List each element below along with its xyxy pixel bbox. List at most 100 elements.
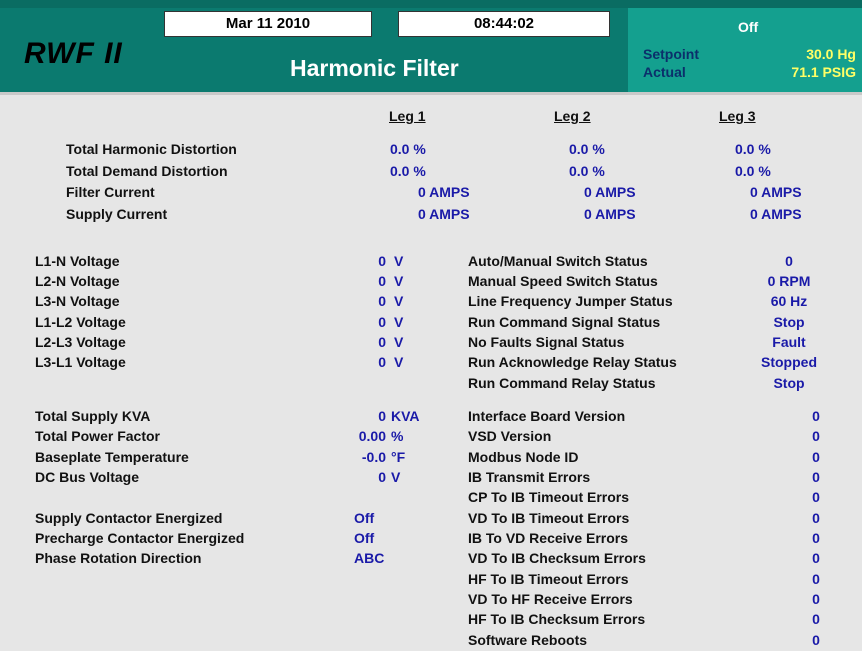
contactor-label: Precharge Contactor Energized [35,530,245,546]
actual-label: Actual [643,64,686,80]
status-panel: Off Setpoint 30.0 Hg Actual 71.1 PSIG [628,8,862,92]
voltage-unit: V [394,354,404,370]
board-value: 0 [812,530,820,546]
leg-header: Leg 3 [719,108,756,124]
actual-value: 71.1 PSIG [791,64,856,80]
board-label: VD To IB Timeout Errors [468,510,630,526]
contactor-label: Phase Rotation Direction [35,550,202,566]
board-value: 0 [812,489,820,505]
setpoint-label: Setpoint [643,46,699,62]
leg-value: 0.0 % [569,163,605,179]
page-title: Harmonic Filter [290,55,459,81]
date-display: Mar 11 2010 [164,11,372,37]
voltage-label: L3-L1 Voltage [35,354,126,370]
contactor-value: ABC [354,550,385,566]
status-label: Run Command Signal Status [468,314,661,330]
power-unit: °F [391,449,406,465]
voltage-unit: V [394,273,404,289]
setpoint-value: 30.0 Hg [806,46,856,62]
leg-row-label: Total Demand Distortion [66,163,228,179]
status-label: Auto/Manual Switch Status [468,253,648,269]
power-label: Baseplate Temperature [35,449,189,465]
status-label: Line Frequency Jumper Status [468,293,673,309]
contactor-label: Supply Contactor Energized [35,510,223,526]
status-label: Manual Speed Switch Status [468,273,658,289]
board-value: 0 [812,428,820,444]
board-value: 0 [812,510,820,526]
leg-value: 0 AMPS [584,206,636,222]
header-top-strip [0,0,862,8]
board-value: 0 [812,550,820,566]
status-value: 0 RPM [767,273,811,289]
status-value: Fault [772,334,806,350]
status-value: Stop [773,314,805,330]
voltage-unit: V [394,293,404,309]
leg-value: 0.0 % [390,141,426,157]
voltage-label: L1-L2 Voltage [35,314,126,330]
voltage-label: L3-N Voltage [35,293,120,309]
board-label: Software Reboots [468,632,588,648]
leg-row-label: Filter Current [66,184,155,200]
leg-row-label: Supply Current [66,206,168,222]
voltage-label: L2-N Voltage [35,273,120,289]
voltage-unit: V [394,253,404,269]
leg-value: 0.0 % [735,163,771,179]
power-unit: % [391,428,404,444]
board-label: VD To IB Checksum Errors [468,550,646,566]
power-label: Total Supply KVA [35,408,151,424]
board-label: HF To IB Timeout Errors [468,571,629,587]
board-label: HF To IB Checksum Errors [468,611,646,627]
power-value: 0.00 [358,428,386,444]
voltage-value: 0 [378,354,386,370]
board-value: 0 [812,449,820,465]
voltage-label: L2-L3 Voltage [35,334,126,350]
board-label: IB To VD Receive Errors [468,530,629,546]
leg-value: 0 AMPS [418,184,470,200]
status-value: 0 [785,253,793,269]
header-bar: Mar 11 2010 08:44:02 RWF II Harmonic Fil… [0,0,862,95]
voltage-value: 0 [378,253,386,269]
power-value: 0 [378,408,386,424]
status-label: Run Acknowledge Relay Status [468,354,677,370]
board-label: VSD Version [468,428,552,444]
leg-value: 0 AMPS [418,206,470,222]
board-value: 0 [812,591,820,607]
voltage-value: 0 [378,293,386,309]
voltage-unit: V [394,314,404,330]
contactor-value: Off [354,530,375,546]
power-value: -0.0 [361,449,386,465]
power-unit: V [391,469,401,485]
voltage-value: 0 [378,314,386,330]
leg-header: Leg 2 [554,108,591,124]
status-value: 60 Hz [770,293,808,309]
board-label: VD To HF Receive Errors [468,591,633,607]
power-unit: KVA [391,408,420,424]
board-label: Interface Board Version [468,408,626,424]
board-value: 0 [812,632,820,648]
power-label: Total Power Factor [35,428,160,444]
leg-value: 0.0 % [569,141,605,157]
status-value: Stop [773,375,805,391]
board-value: 0 [812,611,820,627]
contactor-value: Off [354,510,375,526]
leg-value: 0 AMPS [750,184,802,200]
voltage-value: 0 [378,273,386,289]
board-label: IB Transmit Errors [468,469,591,485]
leg-value: 0 AMPS [750,206,802,222]
board-label: Modbus Node ID [468,449,579,465]
time-display: 08:44:02 [398,11,610,37]
power-value: 0 [378,469,386,485]
board-value: 0 [812,571,820,587]
status-label: No Faults Signal Status [468,334,625,350]
voltage-value: 0 [378,334,386,350]
leg-row-label: Total Harmonic Distortion [66,141,237,157]
logo: RWF II [24,37,123,70]
run-status: Off [738,19,759,35]
board-value: 0 [812,408,820,424]
voltage-unit: V [394,334,404,350]
voltage-label: L1-N Voltage [35,253,120,269]
leg-header: Leg 1 [389,108,426,124]
board-value: 0 [812,469,820,485]
status-value: Stopped [761,354,817,370]
board-label: CP To IB Timeout Errors [468,489,630,505]
